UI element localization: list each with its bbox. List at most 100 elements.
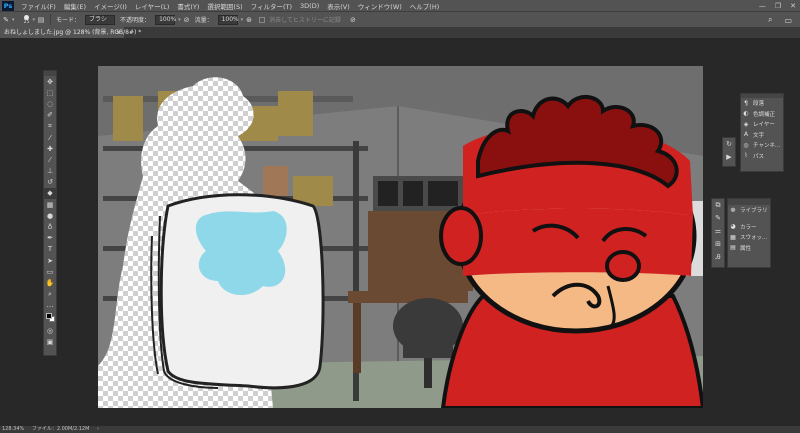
paths-icon: ⌇ <box>744 152 748 160</box>
erase-to-history-checkbox[interactable] <box>259 16 266 23</box>
menu-bar: Ps ファイル(F) 編集(E) イメージ(I) レイヤー(L) 書式(Y) 選… <box>0 0 800 11</box>
tools-panel: ✥ ⬚ ◌ ✐ ⌗ ⁄ ✚ ⁄ ⊥ ↺ ◆ ▦ ● ♁ ✒ T ➤ ▭ ✋ ⌕ … <box>43 70 57 356</box>
collapsed-panel-strip: ↻ ▶ <box>722 137 736 167</box>
close-button[interactable]: ✕ <box>790 2 796 10</box>
eraser-icon[interactable]: ◆ <box>44 187 56 200</box>
airbrush-icon[interactable]: ⊛ <box>243 14 255 25</box>
menu-3d[interactable]: 3D(D) <box>296 2 323 10</box>
brush-preset-picker[interactable]: 25 <box>21 14 33 25</box>
shape-icon[interactable]: ▭ <box>44 266 56 277</box>
workspace-icon[interactable]: ▭ <box>784 16 792 25</box>
brush-settings-icon[interactable]: ✎ <box>712 212 724 225</box>
screen-mode-icon[interactable]: ▣ <box>44 336 56 347</box>
tool-presets-icon[interactable]: ⚌ <box>712 225 724 238</box>
menu-view[interactable]: 表示(V) <box>323 1 354 11</box>
more-icon[interactable]: … <box>44 300 56 311</box>
panel-color[interactable]: ◕ カラー <box>728 222 770 233</box>
marquee-icon[interactable]: ⬚ <box>44 87 56 98</box>
panel-paragraph[interactable]: ¶ 段落 <box>741 98 783 109</box>
document-tab[interactable]: おねしょしました.jpg @ 128% (背景, RGB/8#) * × <box>0 27 141 38</box>
panel-adjustments[interactable]: ◐ 色調補正 <box>741 109 783 120</box>
brush-panel-icon[interactable]: ▤ <box>35 14 47 25</box>
gradient-icon[interactable]: ▦ <box>44 199 56 210</box>
panel-swatches[interactable]: ▦ スウォッ... <box>728 232 770 243</box>
minimize-button[interactable]: — <box>759 2 766 10</box>
quick-select-icon[interactable]: ✐ <box>44 110 56 121</box>
options-bar: ✎ ▾ 25 ▾ ▤ モード： ブラシ 不透明度： 100% ▾ ⊘ 流量： 1… <box>0 11 800 27</box>
pressure-size-icon[interactable]: ⊘ <box>347 14 359 25</box>
panel-group-1: ¶ 段落 ◐ 色調補正 ◈ レイヤー A 文字 ◎ チャンネ... ⌇ パス <box>740 93 784 172</box>
mode-label: モード： <box>56 17 81 24</box>
zoom-level[interactable]: 128.34% <box>2 426 24 432</box>
status-bar: 128.34% ファイル：2.00M/2.12M › <box>0 426 800 433</box>
opacity-label: 不透明度： <box>120 17 151 24</box>
timeline-icon[interactable]: Ꭿ <box>712 251 724 264</box>
menu-window[interactable]: ウィンドウ(W) <box>354 1 406 11</box>
menu-select[interactable]: 選択範囲(S) <box>203 1 246 11</box>
panel-group-2-strip: ⧉ ✎ ⚌ ⊞ Ꭿ <box>711 198 725 268</box>
history-panel-icon[interactable]: ↻ <box>723 138 735 151</box>
restore-button[interactable]: ❐ <box>775 2 781 10</box>
dodge-icon[interactable]: ♁ <box>44 221 56 232</box>
eraser-tool-preset-icon[interactable]: ✎ <box>0 14 12 25</box>
clone-source-icon[interactable]: ⊞ <box>712 238 724 251</box>
history-brush-icon[interactable]: ↺ <box>44 177 56 188</box>
file-info[interactable]: ファイル：2.00M/2.12M <box>32 426 90 432</box>
crop-icon[interactable]: ⌗ <box>44 121 56 132</box>
type-icon[interactable]: T <box>44 244 56 255</box>
healing-icon[interactable]: ✚ <box>44 143 56 154</box>
mode-select[interactable]: ブラシ <box>85 14 116 25</box>
lasso-icon[interactable]: ◌ <box>44 98 56 109</box>
panel-character[interactable]: A 文字 <box>741 130 783 141</box>
brush-icon[interactable]: ⁄ <box>44 154 56 165</box>
menu-help[interactable]: ヘルプ(H) <box>406 1 443 11</box>
pressure-opacity-icon[interactable]: ⊘ <box>181 14 193 25</box>
erase-to-history-label: 消去してヒストリーに記録 <box>269 17 341 24</box>
menu-edit[interactable]: 編集(E) <box>60 1 90 11</box>
swatches-icon: ▦ <box>730 233 736 241</box>
panel-channels[interactable]: ◎ チャンネ... <box>741 140 783 151</box>
move-icon[interactable]: ✥ <box>44 76 56 87</box>
foreground-color[interactable] <box>46 312 52 319</box>
status-arrow-icon[interactable]: › <box>97 426 99 432</box>
canvas-artwork <box>98 66 703 408</box>
color-swatches[interactable] <box>44 311 56 325</box>
menu-filter[interactable]: フィルター(T) <box>247 1 296 11</box>
panel-group-2: ❁ ライブラリ ◕ カラー ▦ スウォッ... ▤ 属性 <box>727 198 771 268</box>
adjustments-icon: ◐ <box>743 110 749 118</box>
menu-type[interactable]: 書式(Y) <box>173 1 203 11</box>
layers-icon: ◈ <box>743 120 749 128</box>
paragraph-icon: ¶ <box>744 99 748 107</box>
properties-icon: ▤ <box>730 244 736 252</box>
quick-mask-icon[interactable]: ◎ <box>44 325 56 336</box>
panel-paths[interactable]: ⌇ パス <box>741 151 783 162</box>
panel-layers[interactable]: ◈ レイヤー <box>741 119 783 130</box>
path-select-icon[interactable]: ➤ <box>44 255 56 266</box>
menu-file[interactable]: ファイル(F) <box>17 1 60 11</box>
eyedropper-icon[interactable]: ⁄ <box>44 132 56 143</box>
window-controls: — ❐ ✕ <box>759 0 796 11</box>
menu-layer[interactable]: レイヤー(L) <box>131 1 174 11</box>
properties-side-icon[interactable]: ⧉ <box>712 199 724 212</box>
panel-properties[interactable]: ▤ 属性 <box>728 243 770 254</box>
hand-icon[interactable]: ✋ <box>44 277 56 288</box>
blur-icon[interactable]: ● <box>44 210 56 221</box>
photoshop-window: Ps ファイル(F) 編集(E) イメージ(I) レイヤー(L) 書式(Y) 選… <box>0 0 800 433</box>
pen-icon[interactable]: ✒ <box>44 233 56 244</box>
close-tab-icon[interactable]: × <box>116 27 121 38</box>
document-canvas[interactable] <box>98 66 703 408</box>
flow-input[interactable]: 100% <box>217 14 239 25</box>
color-icon: ◕ <box>730 223 736 231</box>
stamp-icon[interactable]: ⊥ <box>44 166 56 177</box>
menu-image[interactable]: イメージ(I) <box>90 1 131 11</box>
app-logo: Ps <box>2 0 14 11</box>
actions-panel-icon[interactable]: ▶ <box>723 151 735 164</box>
panel-libraries[interactable]: ❁ ライブラリ <box>728 205 770 216</box>
opacity-input[interactable]: 100% <box>155 14 176 25</box>
brush-size-value: 25 <box>23 19 30 25</box>
channels-icon: ◎ <box>743 141 749 149</box>
zoom-icon[interactable]: ⌕ <box>44 289 56 300</box>
search-icon[interactable]: ⌕ <box>768 15 772 25</box>
flow-label: 流量： <box>194 17 213 24</box>
character-icon: A <box>743 131 749 139</box>
